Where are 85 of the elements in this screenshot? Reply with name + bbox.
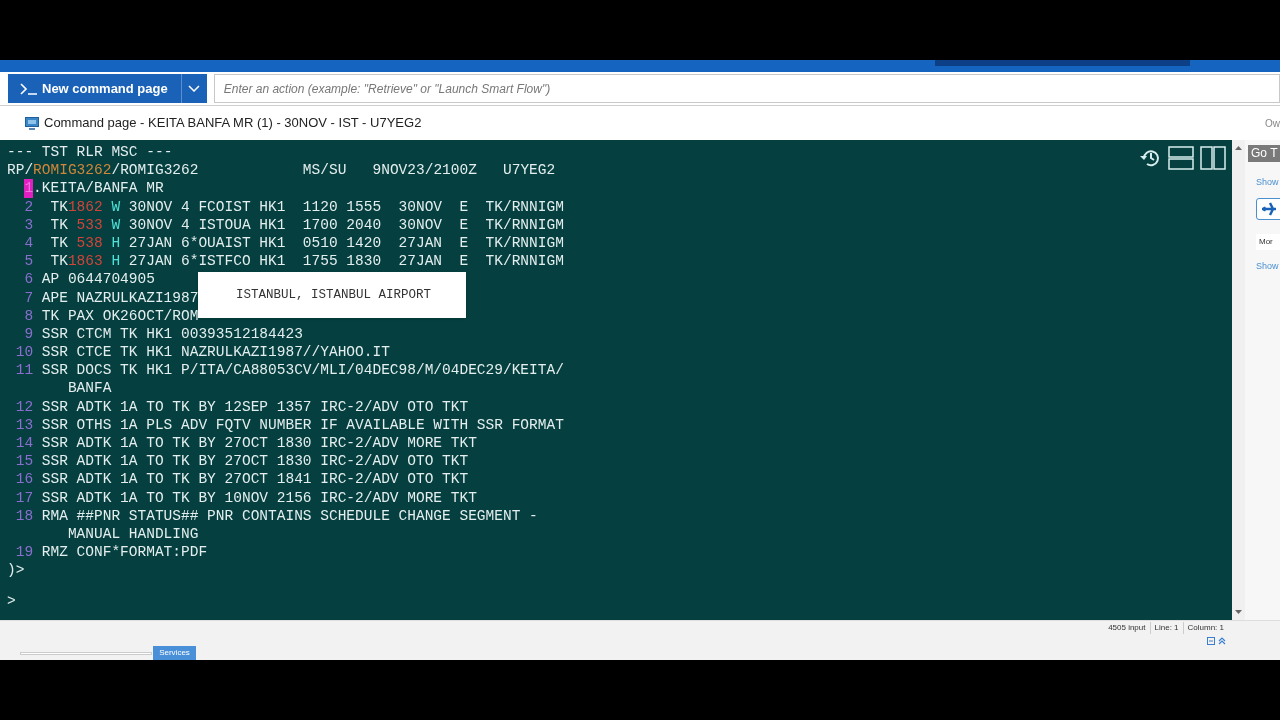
more-button[interactable]: Mor: [1256, 233, 1280, 250]
split-vertical-icon[interactable]: [1200, 146, 1226, 170]
flight-number: 538: [76, 233, 103, 253]
status-text: 4505 input: [1107, 622, 1147, 634]
tooltip: ISTANBUL, ISTANBUL AIRPORT: [198, 272, 466, 318]
terminal-text: 30NOV 4 ISTOUA HK1 1700 2040 30NOV E TK/RNNIGM: [127, 215, 564, 234]
flight-number: 533: [76, 215, 103, 234]
terminal-text: TK: [49, 233, 69, 253]
panel-header[interactable]: Go T: [1248, 145, 1280, 162]
terminal-text: TK: [49, 252, 68, 271]
flight-number: 1863: [67, 252, 103, 271]
booking-class: W: [111, 215, 121, 234]
line-number: 9: [24, 324, 34, 344]
terminal-text: SSR OTHS 1A PLS ADV FQTV NUMBER IF AVAILABLE WITH SSR FORMAT: [40, 415, 564, 434]
status-text: Column: 1: [1182, 622, 1228, 634]
terminal-text: RP/: [7, 161, 34, 180]
input-prompt[interactable]: >: [7, 591, 19, 610]
terminal-text: 30NOV 4 FCOIST HK1 1120 1555 30NOV E TK/RNNIGM: [127, 197, 564, 216]
terminal-text: RMZ CONF*FORMAT:PDF: [40, 543, 208, 562]
flight-number: 1862: [67, 197, 103, 216]
line-number: 19: [15, 543, 34, 562]
terminal-text: 27JAN 6*ISTFCO HK1 1755 1830 27JAN E TK/RNNIGM: [127, 252, 564, 271]
collapse-up-icon[interactable]: [1218, 637, 1226, 645]
panel-label: Ow: [1265, 116, 1280, 131]
scrollbar[interactable]: [1232, 140, 1245, 620]
line-number: 5: [24, 252, 34, 271]
terminal-text: )>: [7, 561, 25, 580]
line-number: 10: [15, 343, 34, 362]
terminal-text: SSR ADTK 1A TO TK BY 12SEP 1357 IRC-2/ADV OTO TKT: [40, 397, 469, 416]
terminal-text: /ROMIG3262 MS/SU 9NOV23/2100Z U7YEG2: [111, 161, 556, 180]
status-text: Line: 1: [1149, 622, 1183, 634]
line-number: 17: [15, 488, 34, 507]
line-number: 14: [15, 434, 34, 453]
line-number: 16: [15, 470, 34, 489]
line-number: 11: [15, 361, 34, 380]
booking-class: H: [111, 252, 121, 271]
terminal-text: BANFA: [67, 380, 112, 397]
line-number: 2: [24, 197, 34, 216]
terminal-text: SSR DOCS TK HK1 P/ITA/CA88053CV/MLI/04DEC98/M/04DEC29/KEITA/: [40, 361, 564, 380]
terminal-text: APE NAZRULKAZI1987: [40, 288, 199, 307]
line-number: 3: [24, 215, 34, 234]
history-icon[interactable]: [1138, 147, 1162, 169]
office-id: ROMIG3262: [33, 161, 112, 180]
line-number: 15: [15, 452, 34, 471]
caret-icon: [188, 85, 201, 92]
slider-track[interactable]: [20, 652, 152, 655]
airplane-icon: [1261, 200, 1277, 217]
new-command-page-button[interactable]: New command page: [8, 74, 181, 103]
booking-class: W: [111, 197, 121, 216]
terminal-text: AP 0644704905: [40, 270, 155, 289]
services-tab[interactable]: Services: [153, 646, 196, 660]
line-number: 1: [24, 179, 34, 198]
scroll-up-icon[interactable]: [1235, 146, 1242, 150]
line-number: 13: [15, 415, 34, 434]
dropdown-button[interactable]: [180, 74, 207, 103]
terminal-text: TK: [49, 215, 69, 234]
terminal-text: SSR ADTK 1A TO TK BY 27OCT 1830 IRC-2/ADV OTO TKT: [40, 452, 469, 471]
minimize-icon[interactable]: [1207, 637, 1215, 645]
booking-class: H: [111, 233, 121, 253]
show-link[interactable]: Show: [1256, 259, 1280, 273]
show-link[interactable]: Show: [1256, 176, 1280, 190]
terminal-text: MANUAL HANDLING: [67, 525, 199, 542]
terminal-text: SSR CTCE TK HK1 NAZRULKAZI1987//YAHOO.IT: [40, 343, 390, 362]
split-horizontal-icon[interactable]: [1168, 146, 1194, 170]
line-number: 6: [24, 270, 34, 289]
line-number: 18: [15, 506, 34, 525]
line-number: 12: [15, 397, 34, 416]
terminal-text: .KEITA/BANFA MR: [33, 179, 164, 198]
scroll-down-icon[interactable]: [1235, 610, 1242, 614]
terminal-text: SSR ADTK 1A TO TK BY 27OCT 1841 IRC-2/ADV OTO TKT: [40, 470, 469, 489]
terminal-text: 27JAN 6*OUAIST HK1 0510 1420 27JAN E TK/RNNIGM: [127, 233, 564, 253]
terminal-text: TK PAX OK26OCT/ROM: [40, 306, 199, 325]
terminal-text: RMA ##PNR STATUS## PNR CONTAINS SCHEDULE CHANGE SEGMENT -: [40, 506, 538, 525]
terminal-prompt-icon: [20, 82, 38, 95]
terminal-text: SSR ADTK 1A TO TK BY 27OCT 1830 IRC-2/ADV MORE TKT: [40, 434, 477, 453]
terminal-text: TK: [49, 197, 68, 216]
monitor-icon: [25, 116, 39, 130]
line-number: 7: [24, 288, 34, 307]
action-input-field[interactable]: Enter an action (example: "Retrieve" or "Launch Smart Flow"): [213, 74, 1280, 103]
terminal-text: SSR ADTK 1A TO TK BY 10NOV 2156 IRC-2/ADV MORE TKT: [40, 488, 477, 507]
line-number: 4: [24, 233, 34, 253]
line-number: 8: [24, 306, 34, 325]
terminal-text: SSR CTCM TK HK1 00393512184423: [40, 324, 303, 344]
terminal-text: --- TST RLR MSC ---: [7, 143, 173, 162]
page-title: Command page - KEITA BANFA MR (1) - 30NOV - IST - U7YEG2: [44, 114, 422, 133]
